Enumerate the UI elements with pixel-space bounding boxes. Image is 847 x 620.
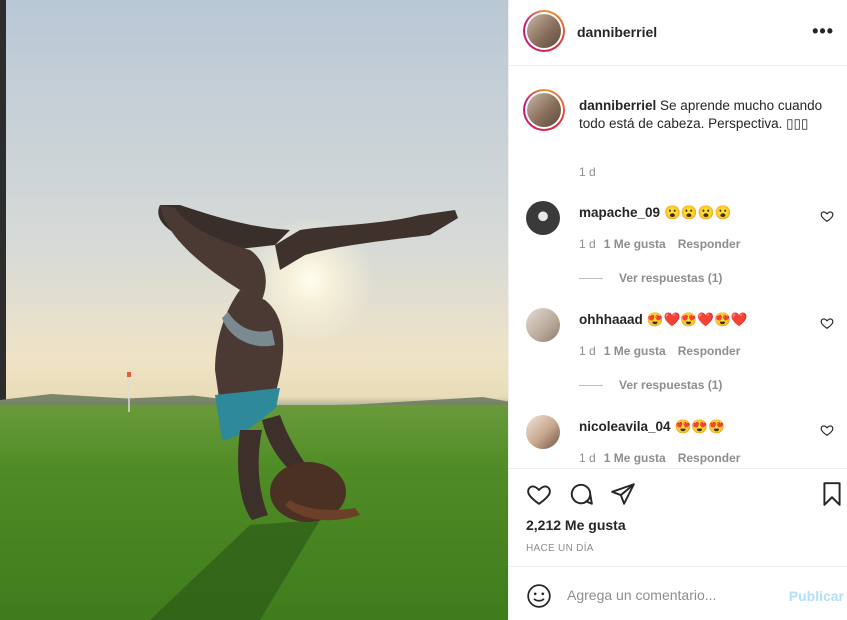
comment-username[interactable]: mapache_09: [579, 205, 660, 220]
comment-avatar[interactable]: [526, 308, 560, 342]
share-icon[interactable]: [610, 481, 636, 507]
post-button[interactable]: Publicar: [789, 588, 844, 604]
comment-meta: 1 d 1 Me gusta Responder: [579, 344, 752, 358]
post-photo[interactable]: [0, 0, 508, 620]
more-horizontal-icon[interactable]: •••: [812, 21, 834, 42]
comment-time[interactable]: 1 d: [579, 344, 596, 358]
post-actions: 2,212 Me gusta HACE UN DÍA: [509, 468, 847, 566]
comment-heart-icon[interactable]: [820, 316, 834, 330]
avatar[interactable]: [523, 10, 565, 52]
heart-icon[interactable]: [526, 481, 552, 507]
comment-heart-icon[interactable]: [820, 423, 834, 437]
person-shadow: [150, 520, 320, 620]
post-time[interactable]: HACE UN DÍA: [526, 543, 594, 554]
header-username[interactable]: danniberriel: [577, 24, 657, 40]
arm: [238, 430, 268, 520]
caption-username[interactable]: danniberriel: [579, 98, 656, 113]
comment-text: ohhhaaad 😍❤️😍❤️😍❤️: [579, 312, 748, 328]
emoji-icon[interactable]: [526, 583, 552, 609]
comment-body: 😮😮😮😮: [664, 205, 732, 220]
likes-count[interactable]: 2,212 Me gusta: [526, 517, 626, 533]
caption-text: danniberriel Se aprende mucho cuando tod…: [579, 97, 834, 133]
view-replies-button[interactable]: Ver respuestas (1): [579, 378, 722, 392]
view-replies-label: Ver respuestas (1): [619, 378, 723, 392]
comment-time[interactable]: 1 d: [579, 237, 596, 251]
torso: [215, 290, 284, 405]
comment-time[interactable]: 1 d: [579, 451, 596, 465]
yoga-silhouette: [127, 205, 458, 620]
comment-composer: Publicar: [509, 566, 847, 620]
comment-likes[interactable]: 1 Me gusta: [604, 237, 666, 251]
comment-text: mapache_09 😮😮😮😮: [579, 205, 731, 221]
reply-button[interactable]: Responder: [678, 344, 741, 358]
comment-meta: 1 d 1 Me gusta Responder: [579, 451, 752, 465]
comment-body: 😍❤️😍❤️😍❤️: [646, 312, 748, 327]
post-header: danniberriel •••: [509, 0, 847, 66]
view-replies-label: Ver respuestas (1): [619, 271, 723, 285]
comment-likes[interactable]: 1 Me gusta: [604, 451, 666, 465]
reply-button[interactable]: Responder: [678, 451, 741, 465]
comments-list[interactable]: danniberriel Se aprende mucho cuando tod…: [509, 67, 847, 467]
caption-avatar[interactable]: [523, 89, 565, 131]
comment-body: 😍😍😍: [674, 419, 725, 434]
comment-item: nicoleavila_04 😍😍😍 1 d 1 Me gusta Responder: [509, 415, 847, 467]
comment-item: mapache_09 😮😮😮😮 1 d 1 Me gusta Responder Ve…: [509, 201, 847, 301]
caption-time[interactable]: 1 d: [579, 165, 596, 179]
view-replies-button[interactable]: Ver respuestas (1): [579, 271, 722, 285]
replies-divider: [579, 278, 603, 280]
comment-icon[interactable]: [568, 481, 594, 507]
comment-likes[interactable]: 1 Me gusta: [604, 344, 666, 358]
right-leg: [275, 210, 458, 270]
comment-heart-icon[interactable]: [820, 209, 834, 223]
comment-avatar[interactable]: [526, 415, 560, 449]
comment-input[interactable]: [567, 581, 767, 609]
comment-avatar[interactable]: [526, 201, 560, 235]
comment-username[interactable]: nicoleavila_04: [579, 419, 671, 434]
replies-divider: [579, 385, 603, 387]
comment-username[interactable]: ohhhaaad: [579, 312, 643, 327]
flag: [127, 372, 131, 377]
post-panel: danniberriel ••• danniberriel Se aprende…: [508, 0, 847, 620]
comment-text: nicoleavila_04 😍😍😍: [579, 419, 725, 435]
comment-meta: 1 d 1 Me gusta Responder: [579, 237, 752, 251]
bookmark-icon[interactable]: [819, 481, 845, 507]
comment-item: ohhhaaad 😍❤️😍❤️😍❤️ 1 d 1 Me gusta Responder…: [509, 308, 847, 408]
reply-button[interactable]: Responder: [678, 237, 741, 251]
